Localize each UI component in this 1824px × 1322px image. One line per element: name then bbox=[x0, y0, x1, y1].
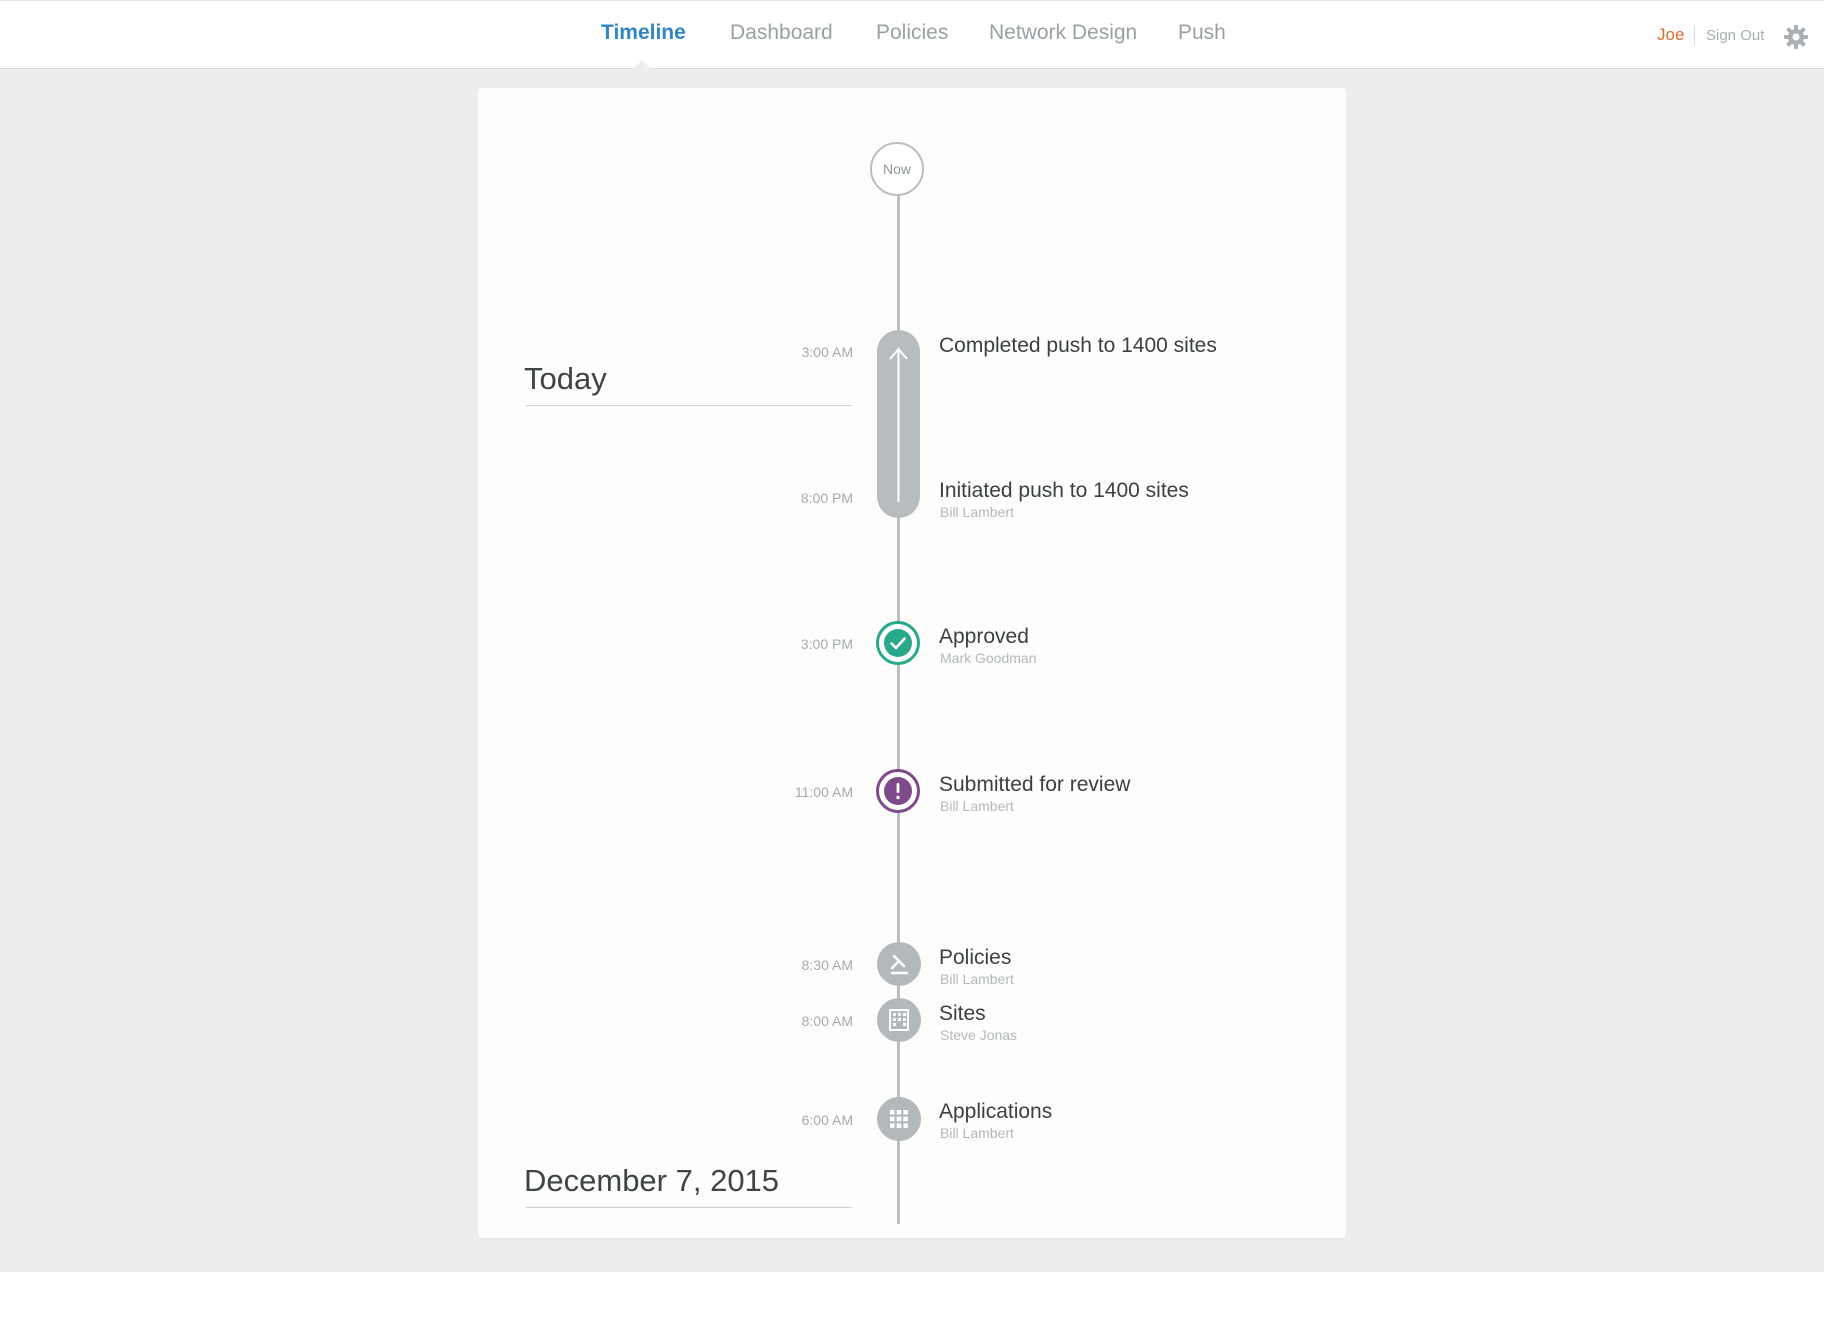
review-marker[interactable] bbox=[876, 769, 920, 813]
event-title[interactable]: Submitted for review bbox=[939, 773, 1130, 797]
now-label: Now bbox=[882, 161, 911, 177]
event-time: 8:00 AM bbox=[801, 1013, 853, 1029]
section-divider bbox=[526, 405, 852, 406]
user-divider bbox=[1694, 25, 1695, 45]
event-title[interactable]: Sites bbox=[939, 1002, 986, 1026]
event-title[interactable]: Initiated push to 1400 sites bbox=[939, 479, 1189, 503]
nav-tab-policies[interactable]: Policies bbox=[876, 21, 948, 45]
check-icon bbox=[884, 629, 912, 657]
event-author: Mark Goodman bbox=[940, 650, 1037, 666]
nav-tab-timeline[interactable]: Timeline bbox=[601, 21, 686, 45]
timeline-card bbox=[478, 88, 1346, 1238]
event-time: 8:00 PM bbox=[800, 490, 853, 506]
nav-tab-dashboard[interactable]: Dashboard bbox=[730, 21, 833, 45]
event-title[interactable]: Approved bbox=[939, 625, 1029, 649]
exclamation-icon bbox=[884, 777, 912, 805]
user-name-link[interactable]: Joe bbox=[1657, 25, 1684, 45]
event-author: Bill Lambert bbox=[940, 1125, 1014, 1141]
section-heading-today: Today bbox=[524, 361, 607, 396]
push-span-marker[interactable] bbox=[877, 330, 920, 518]
event-author: Bill Lambert bbox=[940, 504, 1014, 520]
applications-marker[interactable] bbox=[877, 1097, 921, 1141]
event-time: 8:30 AM bbox=[801, 957, 853, 973]
event-time: 3:00 AM bbox=[801, 344, 853, 360]
sites-marker[interactable] bbox=[877, 998, 921, 1042]
event-author: Bill Lambert bbox=[940, 971, 1014, 987]
event-title[interactable]: Completed push to 1400 sites bbox=[939, 334, 1217, 358]
gear-icon[interactable] bbox=[1783, 24, 1809, 50]
event-title[interactable]: Applications bbox=[939, 1100, 1052, 1124]
gavel-icon bbox=[890, 954, 909, 975]
event-author: Bill Lambert bbox=[940, 798, 1014, 814]
top-navigation-bar: Timeline Dashboard Policies Network Desi… bbox=[0, 0, 1824, 69]
now-marker: Now bbox=[870, 142, 924, 196]
building-icon bbox=[889, 1009, 909, 1031]
event-time: 6:00 AM bbox=[801, 1112, 853, 1128]
nav-tab-push[interactable]: Push bbox=[1178, 21, 1226, 45]
event-time: 11:00 AM bbox=[794, 784, 853, 800]
sign-out-link[interactable]: Sign Out bbox=[1706, 27, 1764, 44]
event-author: Steve Jonas bbox=[940, 1027, 1018, 1043]
active-tab-indicator bbox=[633, 60, 651, 69]
arrow-up-icon bbox=[889, 347, 908, 502]
event-time: 3:00 PM bbox=[800, 636, 853, 652]
section-heading-date: December 7, 2015 bbox=[524, 1163, 780, 1198]
approved-marker[interactable] bbox=[876, 621, 920, 665]
section-divider bbox=[526, 1207, 852, 1208]
grid-icon bbox=[890, 1110, 908, 1128]
policies-marker[interactable] bbox=[877, 942, 921, 986]
event-title[interactable]: Policies bbox=[939, 946, 1011, 970]
nav-tab-network-design[interactable]: Network Design bbox=[989, 21, 1137, 45]
